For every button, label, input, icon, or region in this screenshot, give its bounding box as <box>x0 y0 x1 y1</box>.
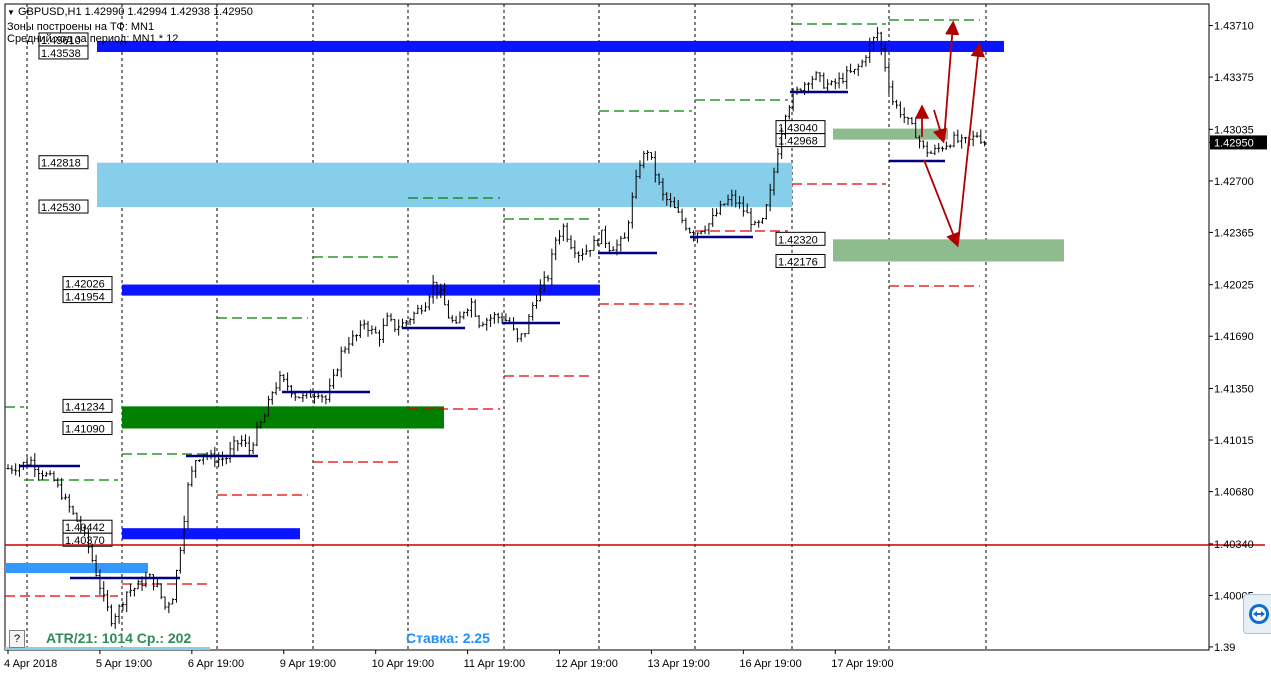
bottom-light-zone <box>5 647 210 650</box>
y-tick-label: 1.41350 <box>1214 384 1254 396</box>
y-tick-label: 1.42025 <box>1214 280 1254 292</box>
x-tick-label: 12 Apr 19:00 <box>556 658 618 670</box>
price-chart[interactable]: 1.436101.435381.430401.429681.428181.425… <box>0 0 1271 676</box>
remote-support-widget[interactable] <box>1243 594 1271 634</box>
help-button[interactable]: ? <box>9 630 25 648</box>
zone-lower-label: 1.41954 <box>62 289 113 304</box>
y-tick-label: 1.42700 <box>1214 176 1254 188</box>
zone-lower-label: 1.42176 <box>775 253 826 268</box>
x-tick-label: 5 Apr 19:00 <box>96 658 152 670</box>
svg-text:1.41234: 1.41234 <box>65 401 105 413</box>
y-tick-label: 1.42365 <box>1214 227 1254 239</box>
x-tick-label: 4 Apr 2018 <box>4 658 57 670</box>
zone-rect <box>97 40 1004 52</box>
x-tick-label: 13 Apr 19:00 <box>647 658 709 670</box>
symbol-ohlc-text: GBPUSD,H1 1.42990 1.42994 1.42938 1.4295… <box>17 6 253 18</box>
y-tick-label: 1.43375 <box>1214 72 1254 84</box>
svg-text:1.42818: 1.42818 <box>41 158 81 170</box>
zone-rect <box>833 128 948 140</box>
zone-upper-label: 1.42026 <box>62 276 113 291</box>
collapse-triangle-icon[interactable]: ▼ <box>7 8 15 17</box>
zone-lower-label: 1.42530 <box>38 199 89 214</box>
average-range-note: Средний ход за период: MN1 * 12 <box>7 33 179 45</box>
y-tick-label: 1.43035 <box>1214 124 1254 136</box>
zone-upper-label: 1.42320 <box>775 231 826 246</box>
svg-text:1.41090: 1.41090 <box>65 424 105 436</box>
small-blue-zone <box>5 563 148 573</box>
zone-rect <box>122 284 600 296</box>
svg-text:1.43538: 1.43538 <box>41 48 81 60</box>
zone-upper-label: 1.42818 <box>38 155 89 170</box>
svg-text:1.43040: 1.43040 <box>778 123 818 135</box>
zone-upper-label: 1.40442 <box>62 519 113 534</box>
zone-lower-label: 1.41090 <box>62 421 113 436</box>
y-tick-label: 1.41690 <box>1214 331 1254 343</box>
teamviewer-icon <box>1249 604 1269 624</box>
zone-lower-label: 1.42968 <box>775 133 826 148</box>
current-price-label: 1.42950 <box>1214 137 1254 149</box>
x-tick-label: 6 Apr 19:00 <box>188 658 244 670</box>
y-tick-label: 1.43710 <box>1214 21 1254 33</box>
svg-text:1.42320: 1.42320 <box>778 234 818 246</box>
x-tick-label: 11 Apr 19:00 <box>464 658 526 670</box>
x-tick-label: 16 Apr 19:00 <box>739 658 801 670</box>
plot-frame <box>4 3 1210 651</box>
zone-rect <box>97 162 792 208</box>
zone-rect <box>122 406 444 429</box>
y-tick-label: 1.40340 <box>1214 539 1254 551</box>
chart-window[interactable]: 1.43610 1.43538 1.43040 1.42968 1.42818 1.425… <box>0 0 1271 676</box>
svg-text:1.42968: 1.42968 <box>778 136 818 148</box>
zone-lower-label: 1.43538 <box>38 45 89 60</box>
y-tick-label: 1.39 <box>1214 642 1235 654</box>
y-tick-label: 1.40680 <box>1214 487 1254 499</box>
zones-timeframe-note: Зоны построены на ТФ: MN1 <box>7 21 155 33</box>
zone-rect <box>833 239 1064 262</box>
symbol-ohlc-line: ▼ GBPUSD,H1 1.42990 1.42994 1.42938 1.42… <box>7 6 253 19</box>
svg-text:1.41954: 1.41954 <box>65 292 105 304</box>
x-tick-label: 10 Apr 19:00 <box>372 658 434 670</box>
x-tick-label: 17 Apr 19:00 <box>831 658 893 670</box>
stake-readout: Ставка: 2.25 <box>406 630 490 646</box>
svg-text:1.42530: 1.42530 <box>41 202 81 214</box>
atr-readout: ATR/21: 1014 Ср.: 202 <box>46 630 192 646</box>
svg-text:1.42176: 1.42176 <box>778 256 818 268</box>
y-tick-label: 1.41015 <box>1214 435 1254 447</box>
svg-text:1.42026: 1.42026 <box>65 279 105 291</box>
zone-rect <box>122 528 300 540</box>
x-tick-label: 9 Apr 19:00 <box>280 658 336 670</box>
zone-upper-label: 1.43040 <box>775 120 826 135</box>
zone-upper-label: 1.41234 <box>62 398 113 413</box>
